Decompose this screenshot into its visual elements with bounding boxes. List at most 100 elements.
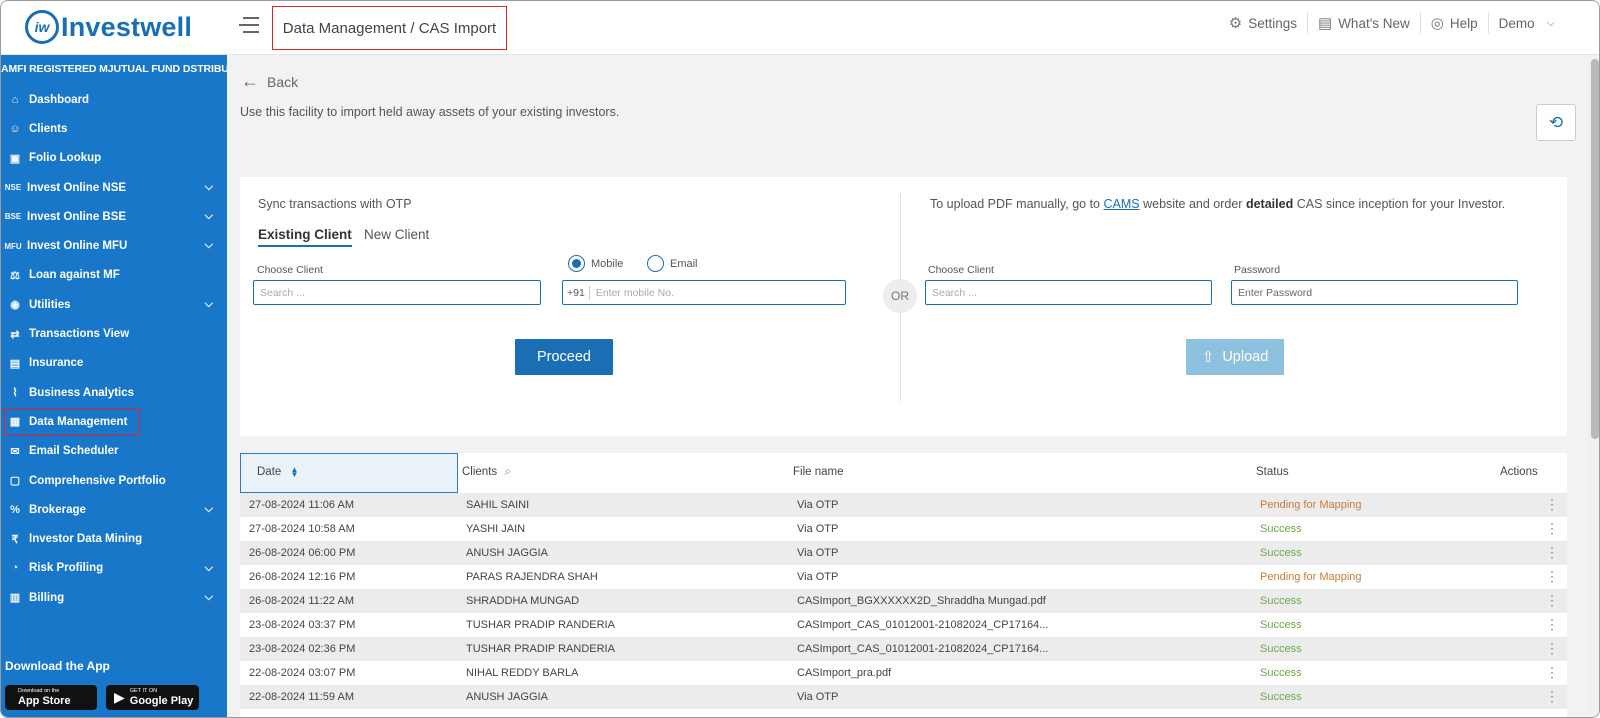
utilities-icon: ◉ (10, 299, 20, 312)
email-icon: ✉ (10, 445, 20, 458)
folio-icon: ▣ (9, 152, 21, 165)
help-label: Help (1449, 15, 1478, 31)
sidebar-item-data-management[interactable]: ▦ Data Management (1, 407, 227, 437)
sidebar-item-investor-data-mining[interactable]: ₹ Investor Data Mining (1, 524, 227, 553)
sidebar-item-email-scheduler[interactable]: ✉ Email Scheduler (1, 437, 227, 466)
radio-email-label: Email (670, 257, 698, 270)
client-search-input-2[interactable]: Search ... (925, 280, 1212, 305)
gplay-small-text: GET IT ON (129, 688, 158, 694)
tab-existing-client[interactable]: Existing Client (258, 227, 352, 247)
table-row[interactable]: 26-08-2024 06:00 PM ANUSH JAGGIA Via OTP Su… (240, 541, 1567, 565)
sidebar-item-label: Invest Online NSE (27, 181, 127, 194)
client-cell: NIHAL REDDY BARLA (466, 667, 579, 679)
search-icon[interactable]: ⌕ (504, 466, 510, 478)
more-actions-icon[interactable]: ⋮ (1545, 616, 1559, 632)
password-label: Password (1234, 264, 1281, 276)
date-cell: 22-08-2024 11:59 AM (249, 691, 354, 703)
back-link[interactable]: ← Back (241, 71, 298, 92)
sidebar-item-label: Utilities (29, 298, 71, 311)
sidebar-item-business-analytics[interactable]: ⌇ Business Analytics (1, 378, 227, 407)
arrow-left-icon: ← (241, 71, 259, 91)
help-link[interactable]: ◎ Help (1421, 13, 1489, 33)
portfolio-icon: ▢ (9, 475, 21, 487)
sidebar-item-label: Email Scheduler (29, 445, 119, 458)
table-row[interactable]: 22-08-2024 11:59 AM ANUSH JAGGIA Via OTP Su… (240, 685, 1567, 709)
sidebar-item-label: Invest Online BSE (27, 210, 127, 223)
clients-header[interactable]: Clients ⌕ (462, 466, 511, 479)
app-window: iw Investwell Data Management / CAS Impo… (0, 0, 1600, 718)
date-header[interactable]: Date ▲ ▼ (257, 465, 298, 478)
sidebar-nav: ⌂ Dashboard ☺ Clients ▣ Folio Lookup NSE Invest… (1, 85, 227, 612)
more-actions-icon[interactable]: ⋮ (1545, 688, 1559, 704)
main-content: ← Back Use this facility to import held … (227, 55, 1589, 717)
chevron-down-icon: ⌵ (204, 180, 213, 193)
status-cell: Success (1260, 619, 1302, 631)
upload-button[interactable]: ⇧ Upload (1186, 339, 1284, 375)
table-row[interactable]: 23-08-2024 03:37 PM TUSHAR PRADIP RANDERI… (240, 613, 1567, 637)
sidebar-item-brokerage[interactable]: % Brokerage ⌵ (1, 495, 227, 524)
table-row[interactable]: 23-08-2024 02:36 PM TUSHAR PRADIP RANDERI… (240, 637, 1567, 661)
status-cell: Pending for Mapping (1260, 499, 1362, 511)
table-row[interactable]: 22-08-2024 03:07 PM NIHAL REDDY BARLA CASI… (240, 661, 1567, 685)
clients-header-label: Clients (462, 466, 498, 478)
menu-toggle-icon[interactable] (239, 17, 259, 37)
more-actions-icon[interactable]: ⋮ (1545, 664, 1559, 680)
more-actions-icon[interactable]: ⋮ (1545, 592, 1559, 608)
app-store-button[interactable]: Download on the App Store (5, 685, 97, 710)
upload-icon: ⇧ (1201, 349, 1215, 366)
scrollbar-thumb[interactable] (1591, 59, 1599, 439)
proceed-button[interactable]: Proceed (515, 339, 613, 375)
amfi-tagline: AMFI REGISTERED MJUTUAL FUND DSTRIBUTOR (1, 63, 227, 75)
sidebar-item-transactions-view[interactable]: ⇄ Transactions View (1, 319, 227, 348)
table-row[interactable]: 26-08-2024 11:22 AM SHRADDHA MUNGAD CASImp… (240, 589, 1567, 613)
google-play-button[interactable]: ▶ GET IT ON Google Play (106, 685, 199, 710)
mining-icon: ₹ (11, 533, 19, 546)
sidebar-item-folio-lookup[interactable]: ▣ Folio Lookup (1, 144, 227, 173)
choose-client-label-2: Choose Client (928, 264, 994, 276)
sidebar-item-clients[interactable]: ☺ Clients (1, 114, 227, 143)
client-cell: SAHIL SAINI (466, 499, 530, 511)
sidebar-item-utilities[interactable]: ◉ Utilities ⌵ (1, 290, 227, 319)
user-menu[interactable]: Demo ⌵ (1489, 13, 1565, 33)
more-actions-icon[interactable]: ⋮ (1545, 568, 1559, 584)
sidebar-item-risk-profiling[interactable]: ◔ Risk Profiling ⌵ (1, 554, 227, 583)
sidebar-item-label: Insurance (29, 357, 84, 370)
sidebar-item-invest-online-mfu[interactable]: MFU Invest Online MFU ⌵ (1, 231, 227, 260)
radio-mobile-label: Mobile (591, 257, 624, 270)
table-row[interactable]: 26-08-2024 12:16 PM PARAS RAJENDRA SHAH Vi… (240, 565, 1567, 589)
sidebar-item-label: Brokerage (29, 503, 86, 516)
more-actions-icon[interactable]: ⋮ (1545, 544, 1559, 560)
radio-email[interactable]: Email (647, 255, 698, 272)
sidebar-item-invest-online-bse[interactable]: BSE Invest Online BSE ⌵ (1, 202, 227, 231)
sidebar-item-loan-against-mf[interactable]: ⚖ Loan against MF (1, 261, 227, 290)
page-description: Use this facility to import held away as… (240, 105, 620, 119)
more-actions-icon[interactable]: ⋮ (1545, 520, 1559, 536)
more-actions-icon[interactable]: ⋮ (1545, 496, 1559, 512)
date-cell: 23-08-2024 02:36 PM (249, 643, 356, 655)
table-row[interactable]: 27-08-2024 10:58 AM YASHI JAIN Via OTP Succ… (240, 517, 1567, 541)
vertical-scrollbar[interactable] (1589, 55, 1599, 717)
sidebar-item-dashboard[interactable]: ⌂ Dashboard (1, 85, 227, 114)
radio-mobile[interactable]: Mobile (568, 255, 623, 272)
download-app-title: Download the App (5, 659, 110, 673)
refresh-button[interactable]: ⟲ (1536, 104, 1576, 141)
mobile-number-input[interactable]: +91 Enter mobile No. (562, 280, 846, 305)
investwell-logo[interactable]: iw Investwell (25, 10, 192, 44)
client-search-input[interactable]: Search ... (253, 280, 541, 305)
sidebar-item-comprehensive-portfolio[interactable]: ▢ Comprehensive Portfolio (1, 466, 227, 495)
sidebar-item-insurance[interactable]: ▤ Insurance (1, 349, 227, 378)
table-row[interactable]: 27-08-2024 11:06 AM SAHIL SAINI Via OTP Pen… (240, 493, 1567, 517)
sidebar-item-invest-online-nse[interactable]: NSE Invest Online NSE ⌵ (1, 173, 227, 202)
top-bar: iw Investwell Data Management / CAS Impo… (1, 1, 1599, 55)
upload-label: Upload (1222, 349, 1269, 365)
sidebar-item-billing[interactable]: ▥ Billing ⌵ (1, 583, 227, 612)
active-highlight (4, 408, 140, 437)
password-input[interactable]: Enter Password (1231, 280, 1518, 305)
client-cell: SHRADDHA MUNGAD (466, 595, 580, 607)
settings-link[interactable]: ⚙ Settings (1219, 13, 1308, 33)
more-actions-icon[interactable]: ⋮ (1545, 640, 1559, 656)
brokerage-icon: % (10, 503, 20, 516)
whats-new-link[interactable]: ▤ What's New (1308, 13, 1421, 33)
cams-link[interactable]: CAMS (1104, 197, 1140, 211)
tab-new-client[interactable]: New Client (364, 227, 429, 245)
